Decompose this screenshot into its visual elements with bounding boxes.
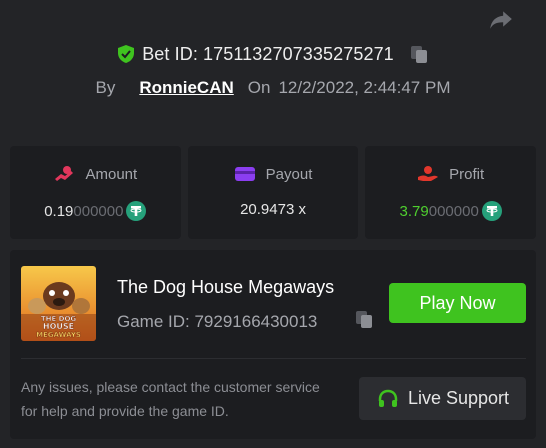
amount-label: Amount <box>85 165 138 183</box>
usdt-icon <box>126 201 147 221</box>
copy-game-id-icon[interactable] <box>353 308 375 330</box>
payout-card: Payout 20.9473 x <box>187 146 359 239</box>
amount-icon <box>53 165 75 183</box>
profit-label: Profit <box>449 165 485 183</box>
game-id: Game ID: 7929166430013 <box>117 312 318 331</box>
profit-value: 3.79 <box>399 202 429 220</box>
live-support-label: Live Support <box>407 388 510 408</box>
play-now-button[interactable]: Play Now <box>389 283 526 323</box>
support-note: Any issues, please contact the customer … <box>21 379 320 419</box>
thumb-line-3: MEGAWAYS <box>36 331 81 339</box>
bet-id: Bet ID: 1751132707335275271 <box>142 43 394 64</box>
payout-value: 20.9473 x <box>240 201 306 218</box>
bet-id-row: Bet ID: 1751132707335275271 <box>0 43 546 65</box>
wallet-icon <box>234 165 256 183</box>
username-link[interactable]: RonnieCAN <box>139 78 233 98</box>
thumb-line-2: HOUSE <box>43 322 74 331</box>
amount-card: Amount 0.19000000 <box>10 146 181 239</box>
divider <box>21 358 526 359</box>
shield-check-icon <box>116 44 136 64</box>
copy-icon[interactable] <box>400 43 430 65</box>
by-label: By <box>95 78 116 97</box>
bet-meta-row: By RonnieCAN On 12/2/2022, 2:44:47 PM <box>0 78 546 98</box>
profit-card: Profit 3.79000000 <box>365 146 537 239</box>
on-label: On <box>247 78 271 97</box>
game-thumbnail[interactable]: THE DOG HOUSE MEGAWAYS <box>21 266 96 341</box>
profit-value-decimals: 000000 <box>428 202 479 220</box>
headset-icon <box>376 387 400 411</box>
profit-hand-icon <box>417 165 439 183</box>
game-title: The Dog House Megaways <box>117 277 335 297</box>
share-icon[interactable] <box>488 6 514 32</box>
game-card: THE DOG HOUSE MEGAWAYS The Dog House Meg… <box>10 250 536 439</box>
live-support-button[interactable]: Live Support <box>359 377 526 420</box>
amount-value-decimals: 000000 <box>73 202 124 220</box>
bet-date: 12/2/2022, 2:44:47 PM <box>278 78 451 97</box>
payout-label: Payout <box>265 165 313 183</box>
stats-row: Amount 0.19000000 Payout 20.9473 x Profi… <box>10 146 537 239</box>
amount-value: 0.19 <box>44 202 74 220</box>
usdt-icon <box>481 201 502 221</box>
